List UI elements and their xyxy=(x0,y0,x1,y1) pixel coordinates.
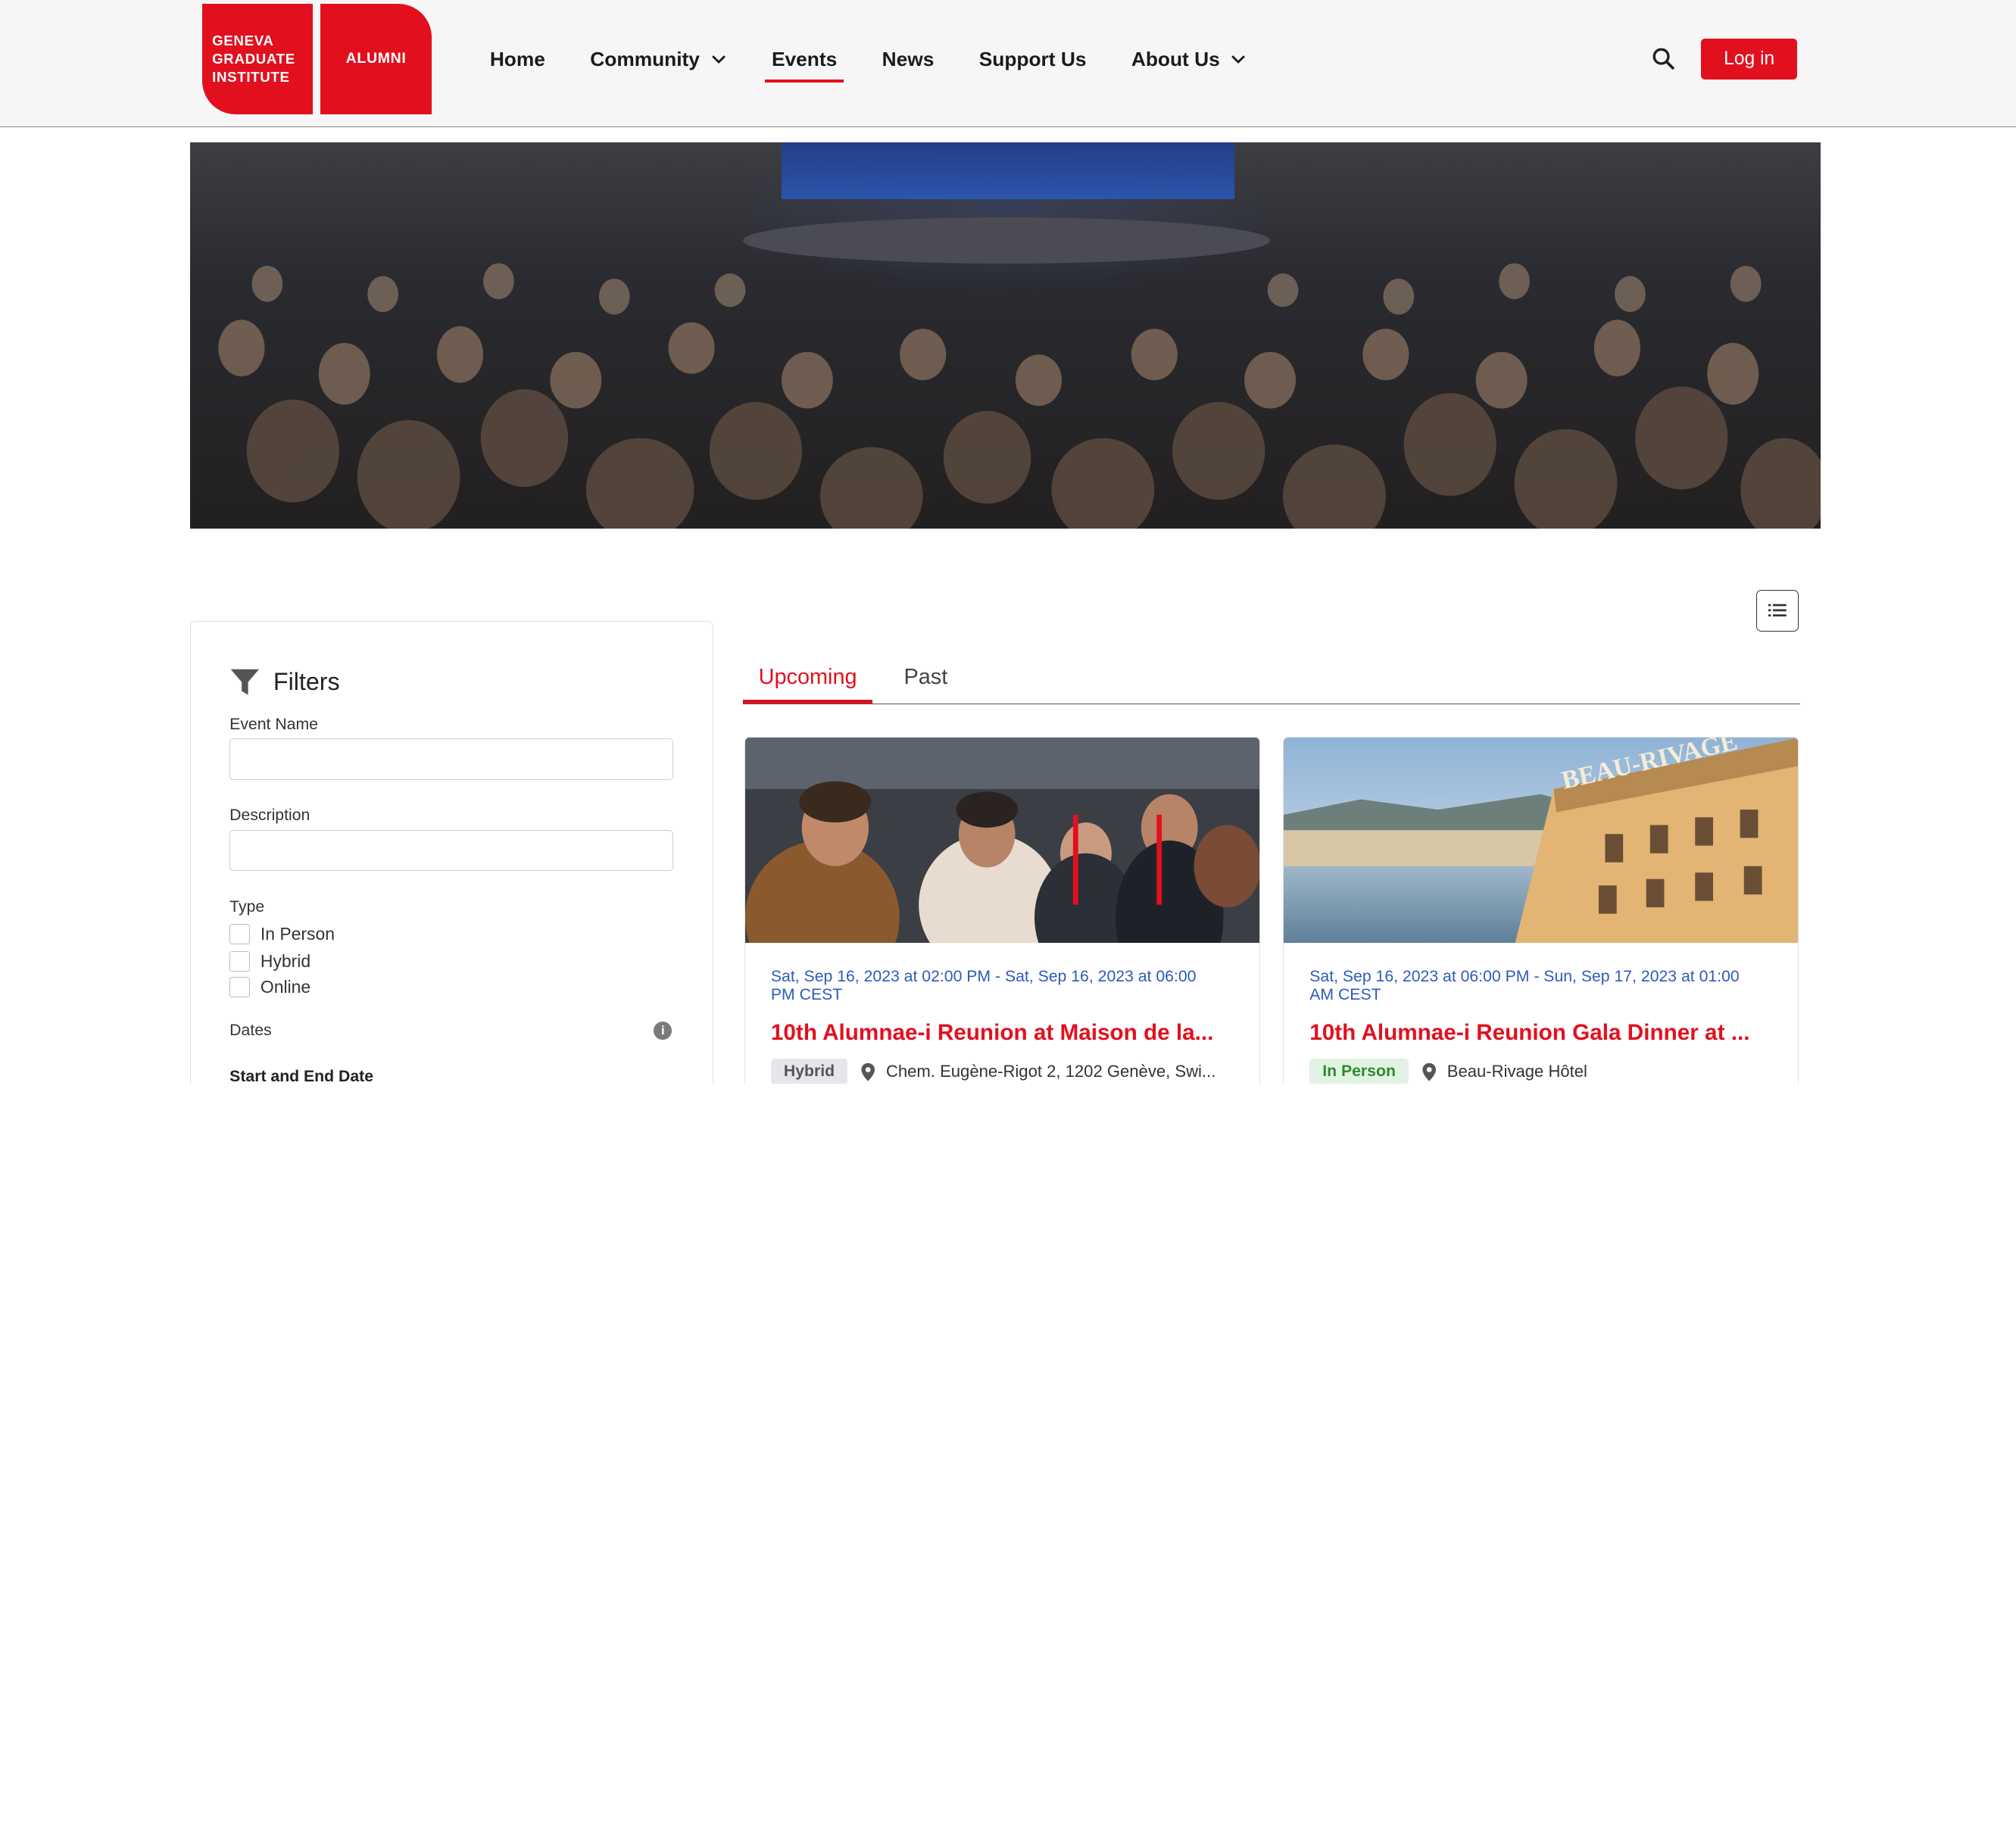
event-tabs: Upcoming Past xyxy=(743,656,1800,705)
hybrid-label: Hybrid xyxy=(260,950,311,971)
event-name-label: Event Name xyxy=(229,715,318,733)
nav-events[interactable]: Events xyxy=(765,41,844,83)
online-label: Online xyxy=(260,976,311,997)
hero-audience xyxy=(218,264,1821,529)
event-card[interactable]: BEAU-RIVAGE Sat, Sep 16, 2023 at 06:00 P… xyxy=(1283,736,1799,1084)
tab-past[interactable]: Past xyxy=(903,665,947,690)
search-icon[interactable] xyxy=(1651,46,1677,72)
in-person-checkbox[interactable] xyxy=(229,923,251,945)
nav-home-label: Home xyxy=(489,47,545,70)
filter-icon xyxy=(230,669,260,695)
filters-panel: Filters Event Name Description Type In P… xyxy=(190,620,714,1084)
nav-support-us-label: Support Us xyxy=(978,47,1087,70)
description-input[interactable] xyxy=(229,830,673,872)
nav-news-label: News xyxy=(882,47,935,70)
event-photo-hotel: BEAU-RIVAGE xyxy=(1284,737,1799,944)
event-location: Beau-Rivage Hôtel xyxy=(1446,1062,1587,1081)
nav-community-label: Community xyxy=(590,47,700,70)
event-meta: In Person Beau-Rivage Hôtel xyxy=(1309,1059,1587,1084)
nav-news[interactable]: News xyxy=(882,41,935,77)
main-nav: Home Community Events News Support Us Ab… xyxy=(490,41,1292,83)
nav-support-us[interactable]: Support Us xyxy=(979,41,1087,77)
institute-logo[interactable]: GENEVA GRADUATE INSTITUTE xyxy=(201,4,313,115)
login-label: Log in xyxy=(1724,48,1775,70)
list-icon xyxy=(1768,604,1787,617)
location-pin-icon xyxy=(861,1062,875,1081)
event-photo-group xyxy=(744,737,1259,944)
hero-image xyxy=(190,142,1821,529)
event-type-badge: Hybrid xyxy=(770,1059,848,1084)
type-option-online[interactable]: Online xyxy=(229,976,311,997)
nav-about-us-label: About Us xyxy=(1131,47,1220,70)
type-option-hybrid[interactable]: Hybrid xyxy=(229,950,311,972)
logo-line-1: GENEVA xyxy=(212,33,274,49)
tab-upcoming[interactable]: Upcoming xyxy=(743,665,872,705)
event-date: Sat, Sep 16, 2023 at 02:00 PM - Sat, Sep… xyxy=(770,967,1197,1004)
nav-community[interactable]: Community xyxy=(590,41,726,77)
alumni-logo[interactable]: ALUMNI xyxy=(320,4,432,115)
type-label: Type xyxy=(229,897,265,916)
event-image: BEAU-RIVAGE xyxy=(1284,737,1799,944)
page: GENEVA GRADUATE INSTITUTE ALUMNI Home Co… xyxy=(0,0,2016,1084)
description-label: Description xyxy=(229,807,311,825)
event-date: Sat, Sep 16, 2023 at 06:00 PM - Sun, Sep… xyxy=(1309,967,1740,1004)
filters-title: Filters xyxy=(273,668,340,696)
filters-header: Filters xyxy=(229,668,340,696)
nav-about-us[interactable]: About Us xyxy=(1131,41,1247,77)
type-option-in-person[interactable]: In Person xyxy=(229,923,335,945)
logo-line-2: GRADUATE xyxy=(212,51,295,67)
nav-home[interactable]: Home xyxy=(490,41,545,77)
site-header: GENEVA GRADUATE INSTITUTE ALUMNI Home Co… xyxy=(0,0,2016,128)
in-person-label: In Person xyxy=(260,924,335,944)
hybrid-checkbox[interactable] xyxy=(229,950,251,972)
event-type-badge: In Person xyxy=(1309,1059,1409,1084)
start-end-date-label: Start and End Date xyxy=(229,1068,373,1084)
event-location: Chem. Eugène-Rigot 2, 1202 Genève, Swi..… xyxy=(885,1062,1216,1081)
event-meta: Hybrid Chem. Eugène-Rigot 2, 1202 Genève… xyxy=(770,1059,1216,1084)
nav-events-label: Events xyxy=(771,47,838,70)
chevron-down-icon xyxy=(711,55,726,64)
login-button[interactable]: Log in xyxy=(1701,38,1798,80)
logo-line-3: INSTITUTE xyxy=(212,68,290,85)
event-title[interactable]: 10th Alumnae-i Reunion Gala Dinner at ..… xyxy=(1309,1020,1775,1046)
chevron-down-icon xyxy=(1231,55,1246,64)
online-checkbox[interactable] xyxy=(229,976,251,997)
info-icon[interactable]: i xyxy=(654,1021,673,1040)
list-view-toggle[interactable] xyxy=(1756,590,1799,632)
event-image xyxy=(744,737,1259,944)
dates-label: Dates xyxy=(229,1021,272,1039)
event-title[interactable]: 10th Alumnae-i Reunion at Maison de la..… xyxy=(771,1020,1237,1046)
event-name-input[interactable] xyxy=(229,738,673,780)
alumni-label: ALUMNI xyxy=(345,50,407,67)
event-card[interactable]: Sat, Sep 16, 2023 at 02:00 PM - Sat, Sep… xyxy=(744,736,1260,1084)
location-pin-icon xyxy=(1422,1062,1436,1081)
